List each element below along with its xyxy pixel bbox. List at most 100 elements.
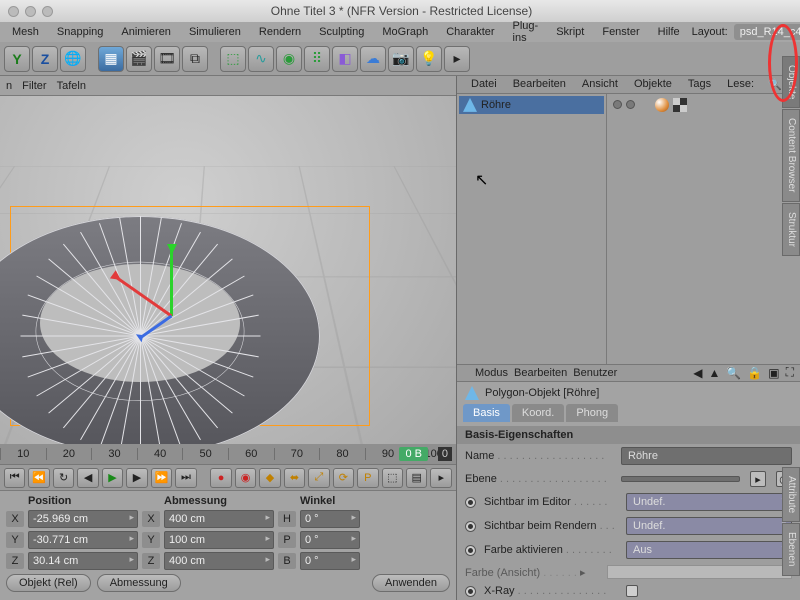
- play-button[interactable]: ▶: [102, 468, 123, 488]
- record-button[interactable]: ●: [210, 468, 231, 488]
- step-fwd-button[interactable]: ▶: [126, 468, 147, 488]
- gizmo-z-axis[interactable]: [139, 315, 172, 340]
- prop-xray-checkbox[interactable]: [626, 585, 638, 597]
- coord-system-button[interactable]: 🌐: [60, 46, 86, 72]
- object-row-roehre[interactable]: Röhre: [459, 96, 604, 114]
- key-pos-button[interactable]: ⬌: [284, 468, 305, 488]
- render-visibility-dot[interactable]: [626, 100, 635, 109]
- layout-selector[interactable]: psd_R14_c4d (Benutzer): [734, 24, 800, 40]
- object-manager-tree[interactable]: Röhre: [457, 94, 800, 364]
- objmgr-menu-ansicht[interactable]: Ansicht: [576, 76, 624, 92]
- attr-search-icon[interactable]: 🔍: [726, 366, 741, 380]
- menu-mesh[interactable]: Mesh: [4, 24, 47, 40]
- axis-y-button[interactable]: Y: [4, 46, 30, 72]
- autokey-button[interactable]: ◉: [235, 468, 256, 488]
- apply-button[interactable]: Anwenden: [372, 574, 450, 592]
- attr-menu-benutzer[interactable]: Benutzer: [573, 367, 617, 379]
- pos-y-field[interactable]: -30.771 cm: [28, 531, 138, 549]
- menu-snapping[interactable]: Snapping: [49, 24, 112, 40]
- render-region-button[interactable]: ⧉: [182, 46, 208, 72]
- viewport-3d[interactable]: [0, 96, 456, 444]
- vtab-ebenen[interactable]: Ebenen: [782, 523, 800, 575]
- menu-plugins[interactable]: Plug-ins: [505, 18, 547, 46]
- vtab-objekte[interactable]: Objekte: [782, 56, 800, 108]
- key-more-button[interactable]: ▸: [430, 468, 451, 488]
- menu-sculpting[interactable]: Sculpting: [311, 24, 372, 40]
- pos-x-field[interactable]: -25.969 cm: [28, 510, 138, 528]
- angle-b-field[interactable]: 0 °: [300, 552, 360, 570]
- generator-button[interactable]: ◉: [276, 46, 302, 72]
- attr-new-icon[interactable]: ▣: [768, 366, 779, 380]
- color-enable-radio[interactable]: [465, 545, 476, 556]
- key-selection-button[interactable]: ◆: [259, 468, 280, 488]
- prop-layer-field[interactable]: [621, 476, 740, 482]
- objmgr-menu-tags[interactable]: Tags: [682, 76, 717, 92]
- layer-picker-icon[interactable]: ▸: [750, 471, 766, 487]
- tab-basis[interactable]: Basis: [463, 404, 510, 422]
- menu-fenster[interactable]: Fenster: [594, 24, 647, 40]
- objmgr-menu-objekte[interactable]: Objekte: [628, 76, 678, 92]
- axis-z-button[interactable]: Z: [32, 46, 58, 72]
- vtab-attribute[interactable]: Attribute: [782, 467, 800, 522]
- spline-button[interactable]: ∿: [248, 46, 274, 72]
- menu-rendern[interactable]: Rendern: [251, 24, 309, 40]
- viewport-menu-filter[interactable]: Filter: [22, 80, 46, 92]
- prop-name-field[interactable]: Röhre: [621, 447, 792, 465]
- gizmo-x-axis[interactable]: [113, 275, 172, 318]
- prop-vis-editor-field[interactable]: Undef.: [626, 493, 792, 511]
- menu-simulieren[interactable]: Simulieren: [181, 24, 249, 40]
- loop-button[interactable]: ↻: [53, 468, 74, 488]
- vis-render-radio[interactable]: [465, 521, 476, 532]
- camera-button[interactable]: 📷: [388, 46, 414, 72]
- menu-hilfe[interactable]: Hilfe: [650, 24, 688, 40]
- key-param-button[interactable]: P: [357, 468, 378, 488]
- array-button[interactable]: ⠿: [304, 46, 330, 72]
- angle-p-field[interactable]: 0 °: [300, 531, 360, 549]
- objmgr-menu-datei[interactable]: Datei: [465, 76, 503, 92]
- attr-nav-back-icon[interactable]: ◀: [693, 366, 702, 380]
- editor-visibility-dot[interactable]: [613, 100, 622, 109]
- viewport-menu-tafeln[interactable]: Tafeln: [57, 80, 86, 92]
- move-gizmo[interactable]: [110, 256, 230, 376]
- step-back-button[interactable]: ◀: [77, 468, 98, 488]
- size-y-field[interactable]: 100 cm: [164, 531, 274, 549]
- deformer-button[interactable]: ◧: [332, 46, 358, 72]
- vis-editor-radio[interactable]: [465, 497, 476, 508]
- light-button[interactable]: 💡: [416, 46, 442, 72]
- gizmo-y-axis[interactable]: [170, 246, 173, 316]
- attr-menu-modus[interactable]: Modus: [475, 367, 508, 379]
- key-scale-button[interactable]: ⤢: [308, 468, 329, 488]
- angle-h-field[interactable]: 0 °: [300, 510, 360, 528]
- tab-koord[interactable]: Koord.: [512, 404, 564, 422]
- objmgr-search-icon[interactable]: 🔍: [768, 76, 782, 92]
- goto-next-key-button[interactable]: ⏩: [151, 468, 172, 488]
- vtab-struktur[interactable]: Struktur: [782, 203, 800, 256]
- prop-color-enable-field[interactable]: Aus: [626, 541, 792, 559]
- timeline-ruler[interactable]: 10 20 30 40 50 60 70 80 90 100 0 B 0: [0, 444, 456, 464]
- prop-vis-render-field[interactable]: Undef.: [626, 517, 792, 535]
- texture-tag-icon[interactable]: [673, 98, 687, 112]
- objmgr-menu-bearbeiten[interactable]: Bearbeiten: [507, 76, 572, 92]
- frame-field[interactable]: 0: [438, 447, 452, 461]
- key-pla-button[interactable]: ⬚: [382, 468, 403, 488]
- menu-animieren[interactable]: Animieren: [113, 24, 179, 40]
- attr-nav-up-icon[interactable]: ▲: [708, 366, 720, 380]
- key-options-button[interactable]: ▤: [406, 468, 427, 488]
- size-z-field[interactable]: 400 cm: [164, 552, 274, 570]
- goto-prev-key-button[interactable]: ⏪: [28, 468, 49, 488]
- render-view-button[interactable]: 🎬: [126, 46, 152, 72]
- menu-skript[interactable]: Skript: [548, 24, 592, 40]
- tab-phong[interactable]: Phong: [566, 404, 618, 422]
- render-settings-button[interactable]: 🎞: [154, 46, 180, 72]
- menu-mograph[interactable]: MoGraph: [374, 24, 436, 40]
- goto-end-button[interactable]: ⏭: [175, 468, 196, 488]
- key-rot-button[interactable]: ⟳: [333, 468, 354, 488]
- size-mode-button[interactable]: Abmessung: [97, 574, 181, 592]
- cube-primitive-button[interactable]: ▦: [98, 46, 124, 72]
- size-x-field[interactable]: 400 cm: [164, 510, 274, 528]
- phong-tag-icon[interactable]: [655, 98, 669, 112]
- attr-lock-icon[interactable]: 🔒: [747, 366, 762, 380]
- more-tools-button[interactable]: ▸: [444, 46, 470, 72]
- vtab-content-browser[interactable]: Content Browser: [782, 109, 800, 201]
- attr-menu-bearbeiten[interactable]: Bearbeiten: [514, 367, 567, 379]
